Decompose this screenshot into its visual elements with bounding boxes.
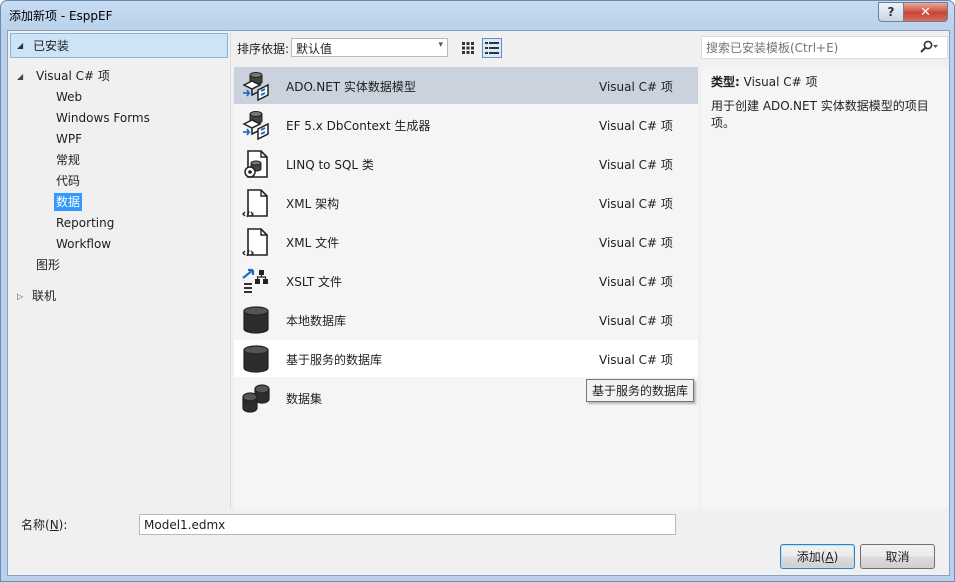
dialog-client: ◢ 已安装 ◢ Visual C# 项 Web Windows Forms WPF 常规代…: [7, 30, 950, 576]
template-type: Visual C# 项: [599, 236, 673, 250]
collapse-arrow-icon[interactable]: ◢: [17, 41, 27, 50]
installed-header[interactable]: ◢ 已安装: [10, 33, 228, 58]
installed-label: 已安装: [33, 39, 70, 53]
xslt-file-icon: [241, 266, 271, 296]
template-pane: 排序依据: 默认值 ▾ ADO.NET 实体数据模型 Visual C# 项 E…: [234, 31, 698, 509]
dataset-icon: [241, 383, 271, 413]
template-name: 本地数据库: [286, 314, 347, 328]
collapse-arrow-icon[interactable]: ▷: [17, 288, 27, 306]
sort-select[interactable]: 默认值 ▾: [291, 38, 448, 57]
template-name: ADO.NET 实体数据模型: [286, 80, 416, 94]
template-row[interactable]: EF 5.x DbContext 生成器 Visual C# 项: [234, 106, 698, 143]
search-input[interactable]: [704, 39, 908, 57]
template-name: EF 5.x DbContext 生成器: [286, 119, 431, 133]
template-name: LINQ to SQL 类: [286, 158, 374, 172]
cancel-button[interactable]: 取消: [860, 544, 935, 569]
category-pane: ◢ 已安装 ◢ Visual C# 项 Web Windows Forms WPF 常规代…: [8, 31, 231, 509]
tree-item[interactable]: Reporting: [56, 214, 114, 232]
template-details: 类型: Visual C# 项 用于创建 ADO.NET 实体数据模型的项目项。: [701, 67, 949, 509]
sort-label: 排序依据:: [237, 42, 290, 56]
tooltip: 基于服务的数据库: [586, 379, 695, 402]
local-database-icon: [241, 305, 271, 335]
list-view-icon: [485, 42, 499, 54]
template-row[interactable]: XSLT 文件 Visual C# 项: [234, 262, 698, 299]
tree-item[interactable]: 图形: [36, 256, 60, 274]
title-bar[interactable]: 添加新项 - EsppEF ? ✕: [1, 1, 954, 29]
template-row[interactable]: XML 架构 Visual C# 项: [234, 184, 698, 221]
service-database-icon: [241, 344, 271, 374]
name-input[interactable]: [139, 514, 676, 535]
template-description: 用于创建 ADO.NET 实体数据模型的项目项。: [711, 99, 929, 130]
template-row[interactable]: LINQ to SQL 类 Visual C# 项: [234, 145, 698, 182]
details-pane: 类型: Visual C# 项 用于创建 ADO.NET 实体数据模型的项目项。: [701, 31, 949, 509]
template-type: Visual C# 项: [599, 353, 673, 367]
dialog-window: 添加新项 - EsppEF ? ✕ ◢ 已安装 ◢ Visual C# 项 Web W…: [0, 0, 955, 582]
template-name: XML 架构: [286, 197, 340, 211]
tree-item[interactable]: Web: [56, 88, 82, 106]
entity-model-icon: [241, 71, 271, 102]
template-name: 数据集: [286, 392, 323, 406]
search-icon[interactable]: [919, 40, 939, 57]
title-buttons: ? ✕: [878, 2, 948, 22]
template-name: 基于服务的数据库: [286, 353, 383, 367]
type-line: 类型: Visual C# 项: [711, 73, 818, 90]
template-type: Visual C# 项: [599, 197, 673, 211]
list-view-button[interactable]: [482, 38, 502, 58]
help-button[interactable]: ?: [878, 2, 904, 22]
template-type: Visual C# 项: [599, 158, 673, 172]
template-row[interactable]: 基于服务的数据库 Visual C# 项: [234, 340, 698, 377]
tree-item[interactable]: Visual C# 项: [36, 67, 110, 85]
name-label: 名称(N):: [21, 518, 68, 532]
dbcontext-generator-icon: [241, 110, 271, 141]
template-row[interactable]: XML 文件 Visual C# 项: [234, 223, 698, 260]
small-icons-view-button[interactable]: [458, 38, 478, 58]
type-value: Visual C# 项: [743, 75, 818, 89]
expand-arrow-icon[interactable]: ◢: [17, 68, 27, 86]
add-button[interactable]: 添加(A): [780, 544, 855, 569]
template-type: Visual C# 项: [599, 275, 673, 289]
sort-toolbar: 排序依据: 默认值 ▾: [234, 37, 704, 59]
tree-item[interactable]: 联机: [32, 287, 56, 305]
xml-schema-icon: [241, 188, 271, 218]
template-row[interactable]: 本地数据库 Visual C# 项: [234, 301, 698, 338]
close-button[interactable]: ✕: [904, 2, 948, 22]
chevron-down-icon: ▾: [438, 40, 443, 50]
grid-view-icon: [462, 42, 474, 54]
template-row[interactable]: ADO.NET 实体数据模型 Visual C# 项: [234, 67, 698, 104]
window-title: 添加新项 - EsppEF: [9, 9, 113, 23]
template-list: ADO.NET 实体数据模型 Visual C# 项 EF 5.x DbConte…: [234, 67, 698, 509]
template-type: Visual C# 项: [599, 80, 673, 94]
tree-item[interactable]: Windows Forms: [56, 109, 150, 127]
search-box[interactable]: [701, 36, 948, 59]
template-name: XML 文件: [286, 236, 340, 250]
template-name: XSLT 文件: [286, 275, 343, 289]
tree-item[interactable]: WPF: [56, 130, 82, 148]
template-type: Visual C# 项: [599, 119, 673, 133]
sort-value: 默认值: [296, 42, 333, 56]
tree-item[interactable]: 常规: [56, 151, 80, 169]
linq-to-sql-icon: [241, 149, 271, 179]
tree-item[interactable]: Workflow: [56, 235, 111, 253]
template-type: Visual C# 项: [599, 314, 673, 328]
xml-file-icon: [241, 227, 271, 257]
tree-item[interactable]: 数据: [54, 193, 83, 211]
tree-item[interactable]: 代码: [56, 172, 80, 190]
type-label: 类型:: [711, 75, 740, 89]
